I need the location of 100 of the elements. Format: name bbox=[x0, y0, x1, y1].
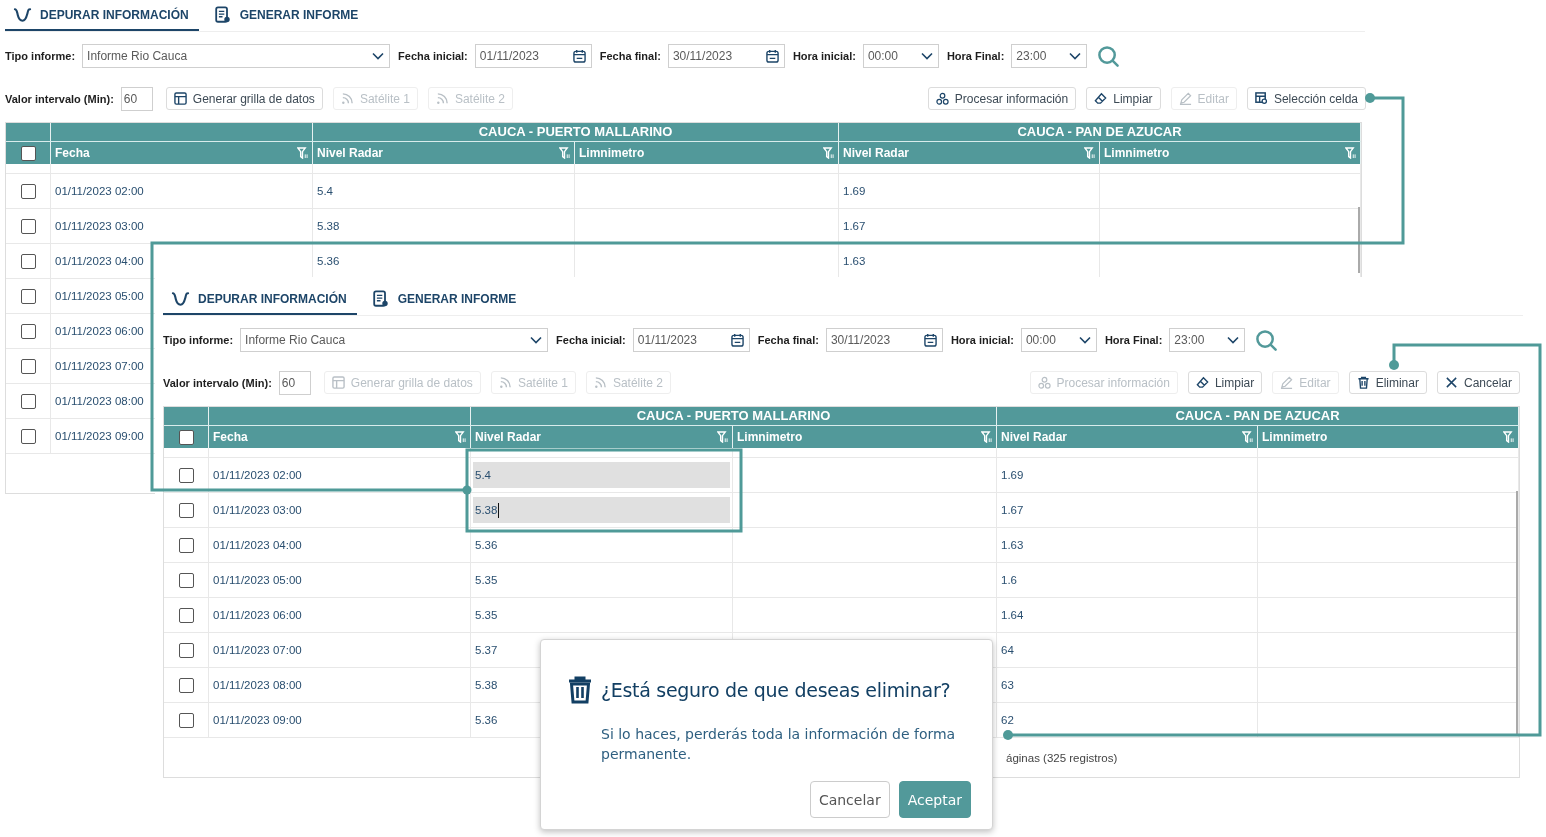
input-field[interactable]: 01/11/2023 bbox=[632, 328, 750, 352]
table-cell[interactable]: 63 bbox=[999, 672, 1016, 698]
checkbox[interactable] bbox=[178, 502, 194, 518]
tab[interactable]: GENERAR INFORME bbox=[204, 0, 369, 31]
filter-icon[interactable] bbox=[559, 147, 570, 159]
input-field[interactable]: Informe Rio Cauca bbox=[82, 44, 391, 68]
checkbox[interactable] bbox=[178, 607, 194, 623]
table-cell[interactable]: 1.67 bbox=[841, 213, 868, 239]
table-cell[interactable]: 5.36 bbox=[473, 707, 500, 733]
checkbox[interactable] bbox=[20, 288, 36, 304]
checkbox[interactable] bbox=[20, 253, 36, 269]
checkbox[interactable] bbox=[178, 572, 194, 588]
filter-icon[interactable] bbox=[1503, 431, 1514, 443]
toolbar-button[interactable]: Limpiar bbox=[1086, 87, 1161, 110]
column-header: Fecha bbox=[213, 430, 248, 444]
table-cell[interactable]: 5.4 bbox=[315, 178, 335, 204]
calendar-icon bbox=[572, 49, 586, 63]
checkbox[interactable] bbox=[20, 183, 36, 199]
toolbar-button[interactable]: Eliminar bbox=[1348, 371, 1427, 394]
search-icon[interactable] bbox=[1255, 328, 1279, 352]
checkbox[interactable] bbox=[178, 537, 194, 553]
table-cell[interactable]: 5.35 bbox=[473, 567, 500, 593]
filter-icon[interactable] bbox=[297, 147, 308, 159]
table-cell[interactable]: 5.38 bbox=[473, 497, 730, 523]
table-cell[interactable]: 5.36 bbox=[315, 248, 342, 274]
toolbar-button[interactable]: Generar grilla de datos bbox=[165, 87, 323, 110]
input-field[interactable]: 30/11/2023 bbox=[667, 44, 785, 68]
input-field[interactable]: 23:00 bbox=[1011, 44, 1088, 68]
table-cell[interactable]: 1.64 bbox=[999, 602, 1026, 628]
table-cell[interactable]: 1.67 bbox=[999, 497, 1026, 523]
table-cell-text: 01/11/2023 03:00 bbox=[212, 503, 303, 518]
table-cell[interactable]: 5.35 bbox=[473, 602, 500, 628]
table-icon bbox=[331, 376, 345, 389]
toolbar-button[interactable]: Procesar información bbox=[927, 87, 1077, 110]
checkbox[interactable] bbox=[20, 218, 36, 234]
filter-icon[interactable] bbox=[981, 431, 992, 443]
table-cell[interactable]: 1.63 bbox=[999, 532, 1026, 558]
table-cell[interactable]: 5.37 bbox=[473, 637, 500, 663]
table-cell[interactable]: 1.69 bbox=[841, 178, 868, 204]
checkbox[interactable] bbox=[178, 429, 194, 445]
column-header: Fecha bbox=[55, 146, 90, 160]
checkbox[interactable] bbox=[178, 712, 194, 728]
input-field[interactable]: 01/11/2023 bbox=[474, 44, 592, 68]
table-cell[interactable]: 62 bbox=[999, 707, 1016, 733]
checkbox[interactable] bbox=[178, 642, 194, 658]
toolbar-button[interactable]: Selección celda bbox=[1246, 87, 1366, 110]
table-cell[interactable]: 1.6 bbox=[999, 567, 1019, 593]
input-field[interactable]: 00:00 bbox=[862, 44, 939, 68]
table-cell[interactable]: 5.4 bbox=[473, 462, 730, 488]
column-header: Nivel Radar bbox=[1001, 430, 1068, 444]
signal-icon bbox=[435, 92, 449, 105]
table-cell[interactable]: 64 bbox=[999, 637, 1016, 663]
field-label: Fecha final: bbox=[757, 334, 819, 346]
table-cell[interactable]: 5.38 bbox=[315, 213, 342, 239]
filter-icon[interactable] bbox=[1084, 147, 1095, 159]
tab[interactable]: GENERAR INFORME bbox=[362, 284, 527, 315]
chevron-down-icon bbox=[920, 52, 933, 60]
table-cell-text: 01/11/2023 06:00 bbox=[54, 324, 145, 339]
signal-icon bbox=[498, 376, 512, 389]
number-field[interactable]: 60 bbox=[278, 370, 311, 395]
input-field[interactable]: 23:00 bbox=[1169, 328, 1246, 352]
checkbox[interactable] bbox=[178, 677, 194, 693]
field-label: Tipo informe: bbox=[5, 50, 76, 62]
table-cell[interactable]: 1.69 bbox=[999, 462, 1026, 488]
table-cell-text: 01/11/2023 08:00 bbox=[54, 394, 145, 409]
table-cell-text: 01/11/2023 06:00 bbox=[212, 608, 303, 623]
tab[interactable]: DEPURAR INFORMACIÓN bbox=[5, 0, 199, 31]
toolbar-button[interactable]: Limpiar bbox=[1187, 371, 1263, 394]
checkbox[interactable] bbox=[178, 467, 194, 483]
scrollbar[interactable] bbox=[1358, 207, 1360, 273]
input-field[interactable]: Informe Rio Cauca bbox=[240, 328, 549, 352]
checkbox[interactable] bbox=[20, 393, 36, 409]
dialog-title: ¿Está seguro de que deseas eliminar? bbox=[601, 679, 951, 701]
checkbox[interactable] bbox=[20, 323, 36, 339]
table-cell[interactable]: 5.36 bbox=[473, 532, 500, 558]
table-cell-text: 01/11/2023 05:00 bbox=[212, 573, 303, 588]
field-label: Fecha final: bbox=[599, 50, 661, 62]
checkbox[interactable] bbox=[20, 358, 36, 374]
filter-icon[interactable] bbox=[1345, 147, 1356, 159]
filter-icon[interactable] bbox=[1242, 431, 1253, 443]
table-cell[interactable]: 5.38 bbox=[473, 672, 500, 698]
table-cell-text: 01/11/2023 05:00 bbox=[54, 289, 145, 304]
filter-icon[interactable] bbox=[717, 431, 728, 443]
table-cell[interactable]: 1.63 bbox=[841, 248, 868, 274]
checkbox[interactable] bbox=[20, 145, 36, 161]
scrollbar[interactable] bbox=[1516, 491, 1518, 734]
search-icon[interactable] bbox=[1097, 44, 1121, 68]
checkbox[interactable] bbox=[20, 428, 36, 444]
number-field[interactable]: 60 bbox=[120, 86, 153, 111]
table-icon bbox=[173, 92, 187, 105]
input-field[interactable]: 00:00 bbox=[1020, 328, 1097, 352]
filter-icon[interactable] bbox=[455, 431, 466, 443]
input-field[interactable]: 30/11/2023 bbox=[825, 328, 943, 352]
eraser-icon bbox=[1195, 376, 1209, 389]
cancel-button[interactable]: Cancelar bbox=[809, 781, 890, 818]
text-cursor bbox=[498, 502, 500, 518]
filter-icon[interactable] bbox=[823, 147, 834, 159]
table-search-icon bbox=[1254, 92, 1268, 105]
toolbar-button[interactable]: Cancelar bbox=[1436, 371, 1520, 394]
tab[interactable]: DEPURAR INFORMACIÓN bbox=[163, 284, 357, 315]
